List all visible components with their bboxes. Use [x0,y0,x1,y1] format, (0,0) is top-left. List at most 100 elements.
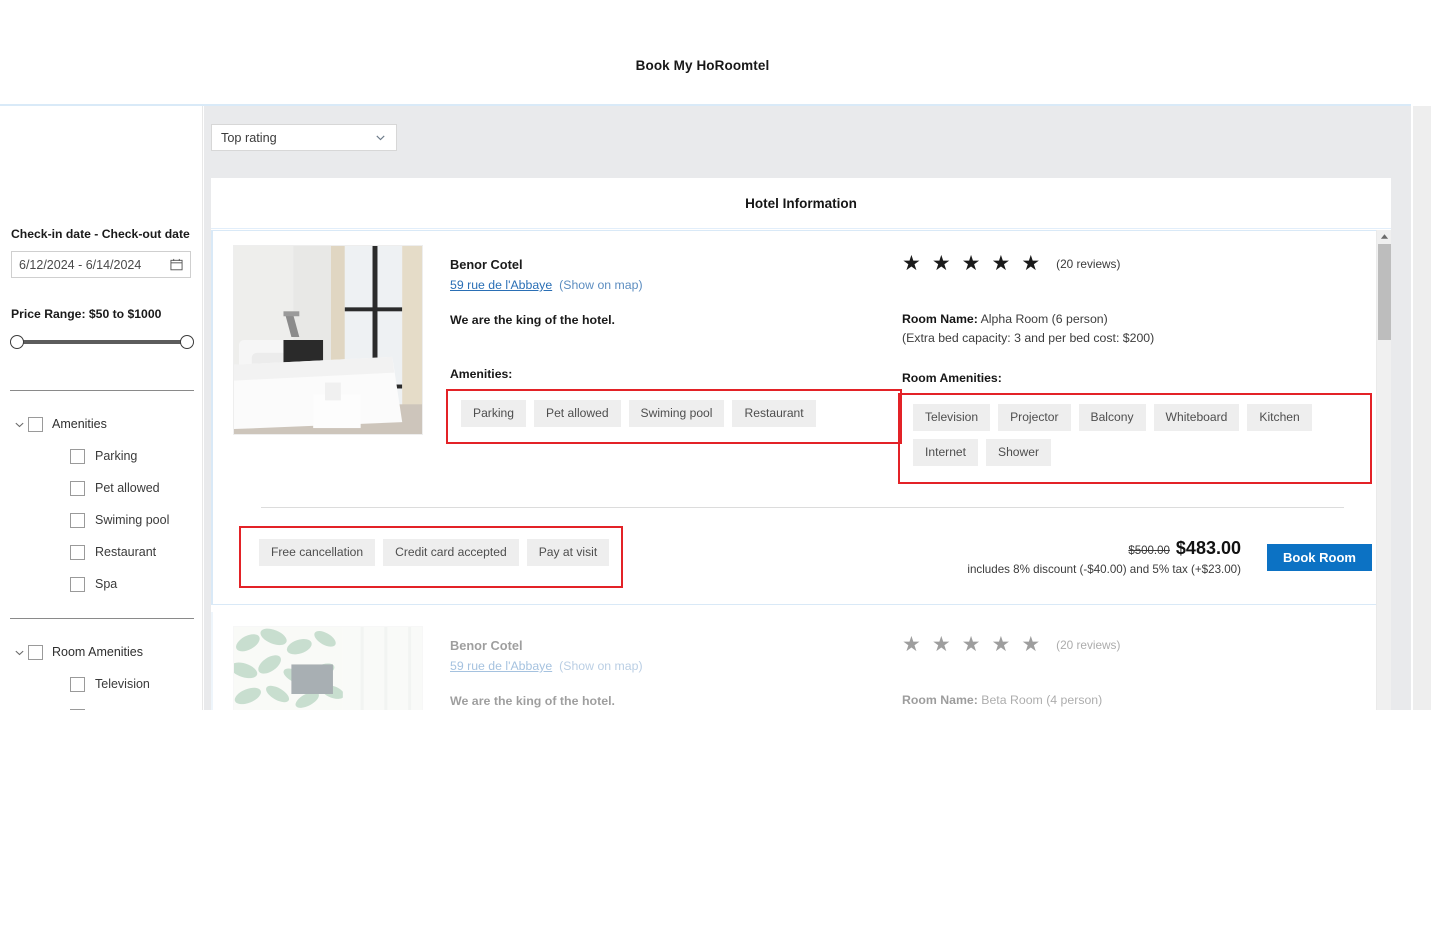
checkbox-amenities[interactable] [28,417,43,432]
slider-track [17,340,187,344]
checkbox-room-amenities[interactable] [28,645,43,660]
amenities-title: Amenities: [450,367,902,381]
book-room-button[interactable]: Book Room [1267,544,1372,571]
price-block: $500.00 $483.00 includes 8% discount (-$… [967,538,1267,576]
show-on-map-link[interactable]: (Show on map) [559,659,642,673]
sidebar-group-amenities[interactable]: Amenities [10,414,107,434]
star-icon: ★ [932,253,951,274]
sidebar-group-room-amenities[interactable]: Room Amenities [10,642,143,662]
date-range-input[interactable]: 6/12/2024 - 6/14/2024 [11,251,191,278]
card-footer: Free cancellation Credit card accepted P… [233,508,1372,588]
chevron-down-icon[interactable] [374,131,387,144]
amenity-chip[interactable]: Restaurant [732,400,815,427]
hotel-card[interactable]: Benor Cotel 59 rue de l'Abbaye(Show on m… [211,612,1391,710]
hotel-thumbnail [233,245,423,435]
room-amenity-chip[interactable]: Television [913,404,990,431]
checkbox-parking[interactable] [70,449,85,464]
policy-chip[interactable]: Credit card accepted [383,539,519,566]
slider-thumb-min[interactable] [10,335,24,349]
show-on-map-link[interactable]: (Show on map) [559,278,642,292]
checkbox-television[interactable] [70,677,85,692]
scroll-up-icon[interactable] [1377,230,1391,243]
sidebar-divider-1 [10,390,194,391]
hotel-address-line: 59 rue de l'Abbaye (Show on map) [450,278,902,292]
sidebar-item-pet-allowed[interactable]: Pet allowed [70,478,160,498]
hotel-address-line: 59 rue de l'Abbaye (Show on map) [450,659,902,673]
sort-dropdown[interactable]: Top rating [211,124,397,151]
room-amenities-chip-row: Television Projector Balcony Whiteboard … [913,404,1361,466]
price-breakdown: includes 8% discount (-$40.00) and 5% ta… [967,563,1241,576]
amenities-chip-row: Parking Pet allowed Swiming pool Restaur… [461,400,891,427]
slider-thumb-max[interactable] [180,335,194,349]
sort-selected-value: Top rating [221,131,374,145]
star-icon: ★ [962,634,981,655]
room-amenity-chip[interactable]: Kitchen [1247,404,1311,431]
sidebar-item-television[interactable]: Television [70,674,150,694]
sidebar-item-projector[interactable]: Projector [70,706,145,710]
room-amenity-chip[interactable]: Internet [913,439,978,466]
list-scrollbar[interactable] [1376,230,1391,710]
hotel-address-link[interactable]: 59 rue de l'Abbaye [450,659,552,673]
hotel-room-details: ★ ★ ★ ★ ★ (20 reviews) Room Name: Beta R… [902,626,1372,710]
hotel-tagline: We are the king of the hotel. [450,694,902,708]
sidebar-item-label: Pet allowed [95,481,160,495]
hotel-details: Benor Cotel 59 rue de l'Abbaye (Show on m… [423,245,902,444]
original-price: $500.00 [1128,545,1170,557]
rating: ★ ★ ★ ★ ★ (20 reviews) [902,253,1372,274]
star-icon: ★ [1021,253,1040,274]
price-filter-label: Price Range: $50 to $1000 [11,307,161,321]
room-name-value: Beta Room (4 person) [981,693,1102,707]
checkbox-restaurant[interactable] [70,545,85,560]
checkbox-pet-allowed[interactable] [70,481,85,496]
sidebar-item-swiming-pool[interactable]: Swiming pool [70,510,169,530]
amenity-chip[interactable]: Parking [461,400,526,427]
chevron-down-icon[interactable] [10,647,28,658]
room-amenity-chip[interactable]: Whiteboard [1154,404,1240,431]
date-range-value: 6/12/2024 - 6/14/2024 [19,258,170,272]
panel-header: Hotel Information [211,178,1391,229]
sidebar-item-label: Parking [95,449,137,463]
star-icon: ★ [902,634,921,655]
window-scrollbar-track[interactable] [1413,106,1431,710]
main-content: Top rating Hotel Information [204,106,1411,710]
star-icon: ★ [991,253,1010,274]
policy-chip[interactable]: Free cancellation [259,539,375,566]
hotel-address-link[interactable]: 59 rue de l'Abbaye [450,278,552,292]
rating: ★ ★ ★ ★ ★ (20 reviews) [902,634,1372,655]
star-icon: ★ [902,253,921,274]
checkbox-spa[interactable] [70,577,85,592]
amenity-chip[interactable]: Swiming pool [629,400,725,427]
hotel-name: Benor Cotel [450,257,902,272]
hotel-card[interactable]: Benor Cotel 59 rue de l'Abbaye (Show on m… [211,230,1391,605]
room-name-label: Room Name: [902,693,978,707]
sidebar-item-spa[interactable]: Spa [70,574,117,594]
policy-chip[interactable]: Pay at visit [527,539,609,566]
sidebar-item-label: Restaurant [95,545,156,559]
room-name-line: Room Name: Beta Room (4 person) [902,693,1372,707]
calendar-icon [170,258,183,271]
hotel-list: Benor Cotel 59 rue de l'Abbaye (Show on m… [211,230,1391,710]
sidebar-item-parking[interactable]: Parking [70,446,137,466]
application-window: Book My HoRoomtel Check-in date - Check-… [0,0,1431,926]
star-icon: ★ [991,634,1010,655]
page-title: Hotel Information [745,196,857,211]
room-amenity-chip[interactable]: Projector [998,404,1070,431]
chevron-down-icon[interactable] [10,419,28,430]
hotel-tagline: We are the king of the hotel. [450,313,902,327]
sidebar-item-restaurant[interactable]: Restaurant [70,542,156,562]
app-title: Book My HoRoomtel [0,58,1405,73]
room-name-line: Room Name: Alpha Room (6 person) [902,312,1372,326]
room-amenity-chip[interactable]: Balcony [1079,404,1146,431]
price-range-slider[interactable] [10,334,194,352]
room-amenity-chip[interactable]: Shower [986,439,1051,466]
star-icon: ★ [1021,634,1040,655]
checkbox-projector[interactable] [70,709,85,711]
star-icon: ★ [962,253,981,274]
date-filter-label: Check-in date - Check-out date [11,227,190,241]
sidebar-group-label-room-amenities: Room Amenities [52,645,143,659]
policy-chip-row: Free cancellation Credit card accepted P… [259,539,609,566]
amenity-chip[interactable]: Pet allowed [534,400,621,427]
hotel-information-panel: Hotel Information [211,178,1391,710]
scrollbar-thumb[interactable] [1378,244,1391,340]
checkbox-swiming-pool[interactable] [70,513,85,528]
